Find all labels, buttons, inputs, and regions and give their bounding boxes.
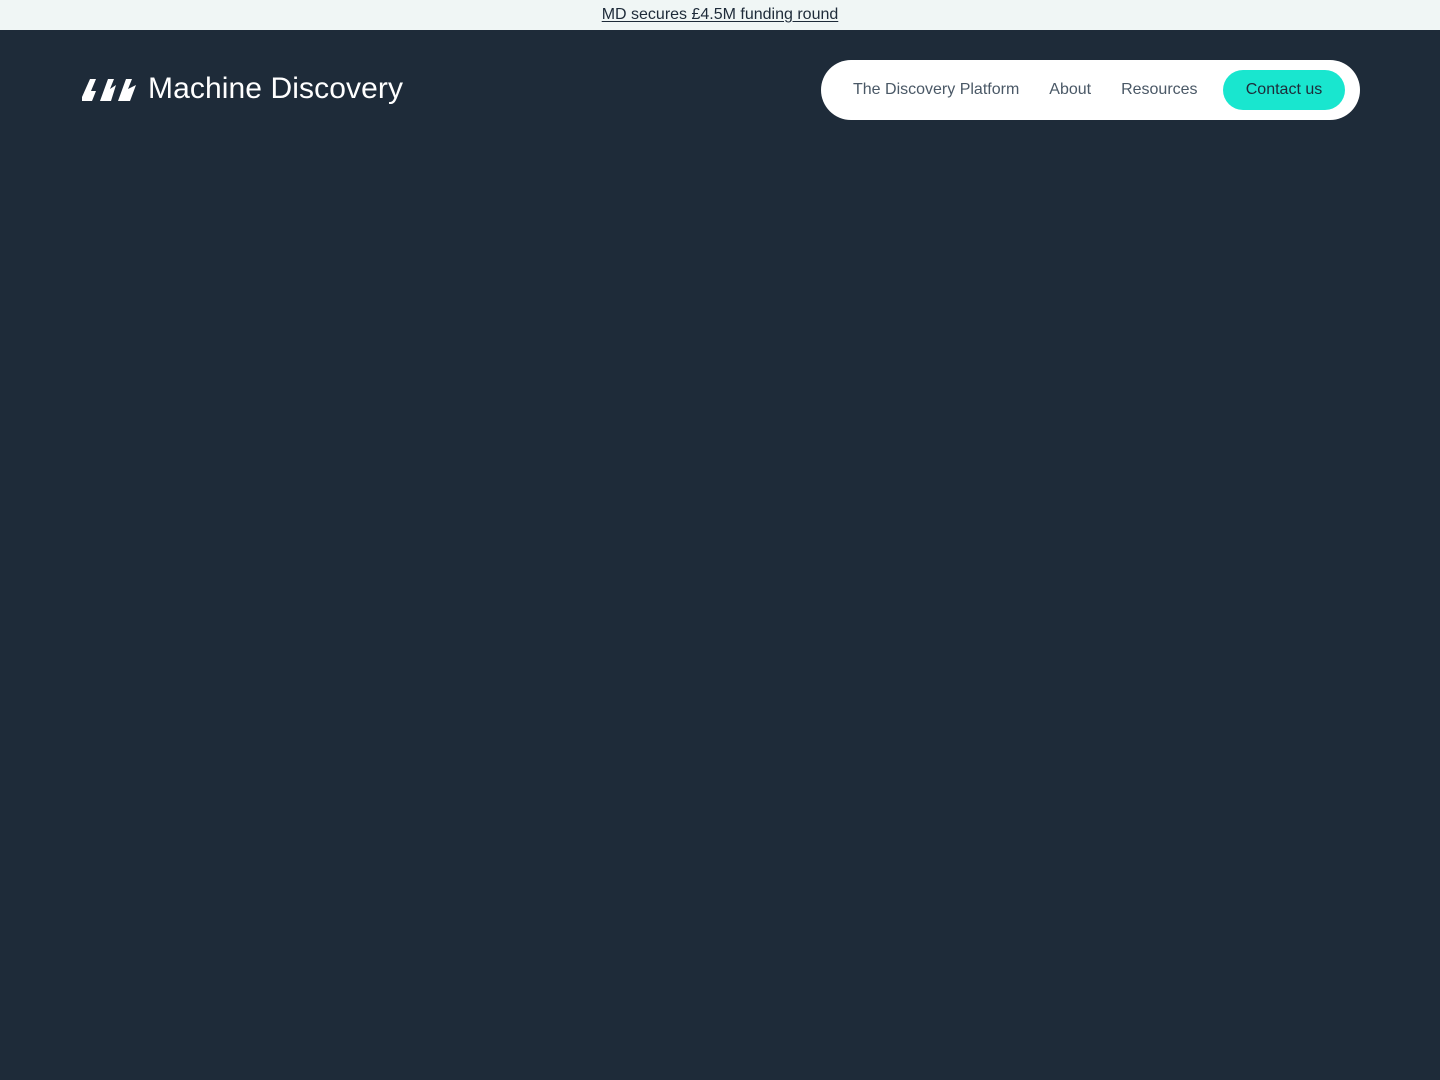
- hero-section: [0, 30, 1440, 1080]
- nav-item-about[interactable]: About: [1049, 81, 1091, 99]
- announcement-link[interactable]: MD secures £4.5M funding round: [602, 6, 839, 24]
- contact-us-button[interactable]: Contact us: [1223, 70, 1345, 110]
- logo-mark-icon: [82, 79, 136, 101]
- main-nav: The Discovery Platform About Resources C…: [821, 60, 1360, 120]
- brand-logo[interactable]: Machine Discovery: [80, 74, 403, 104]
- nav-item-resources[interactable]: Resources: [1121, 81, 1197, 99]
- brand-name: Machine Discovery: [148, 72, 404, 105]
- nav-item-discovery-platform[interactable]: The Discovery Platform: [853, 81, 1019, 99]
- announcement-bar: MD secures £4.5M funding round: [0, 0, 1440, 30]
